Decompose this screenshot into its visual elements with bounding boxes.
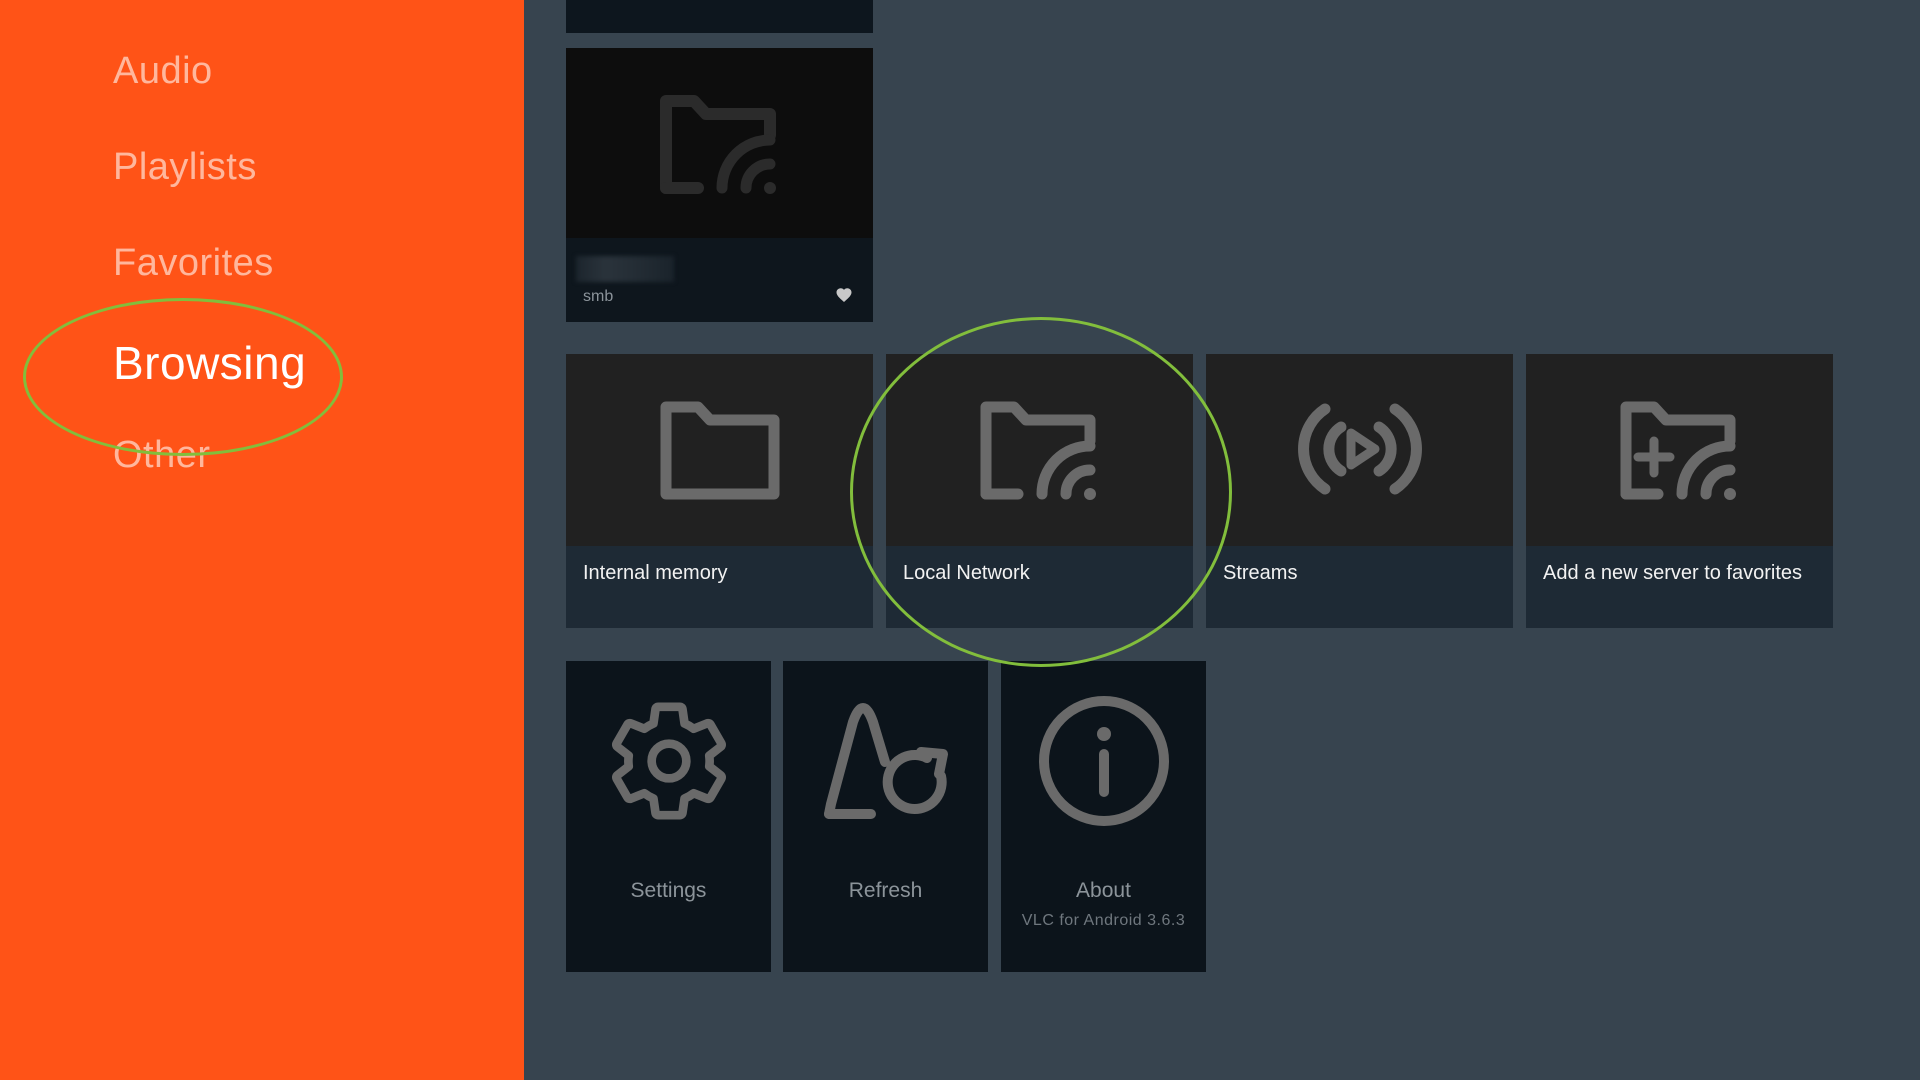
sidebar-item-browsing[interactable]: Browsing <box>113 336 306 390</box>
card-label: Internal memory <box>583 562 728 584</box>
internal-memory-card[interactable]: Internal memory <box>566 354 873 628</box>
app-version: VLC for Android 3.6.3 <box>1021 912 1186 929</box>
refresh-card[interactable]: Refresh <box>783 661 988 972</box>
sidebar: Audio Playlists Favorites Browsing Other <box>0 0 524 1080</box>
partial-card-top[interactable] <box>566 0 873 33</box>
card-label: Add a new server to favorites <box>1543 562 1803 584</box>
card-label: About <box>1076 879 1131 902</box>
settings-card[interactable]: Settings <box>566 661 771 972</box>
refresh-icon <box>783 691 988 831</box>
card-label: Local Network <box>903 562 1030 584</box>
card-label: Settings <box>630 879 707 902</box>
local-network-card[interactable]: Local Network <box>886 354 1193 628</box>
add-server-icon <box>1526 354 1833 544</box>
folder-icon <box>566 354 873 544</box>
favorite-server-card[interactable]: smb <box>566 48 873 322</box>
heart-icon[interactable] <box>835 286 853 304</box>
info-icon <box>1001 691 1206 831</box>
card-label: Refresh <box>848 879 923 902</box>
about-card[interactable]: About VLC for Android 3.6.3 <box>1001 661 1206 972</box>
sidebar-item-audio[interactable]: Audio <box>113 50 213 93</box>
sidebar-item-favorites[interactable]: Favorites <box>113 242 274 285</box>
sidebar-item-playlists[interactable]: Playlists <box>113 146 257 189</box>
gear-icon <box>566 691 771 831</box>
folder-network-icon <box>886 354 1193 544</box>
server-name-redacted <box>576 256 674 282</box>
stream-icon <box>1206 354 1513 544</box>
folder-network-icon <box>566 48 873 238</box>
card-label: Streams <box>1223 562 1298 584</box>
streams-card[interactable]: Streams <box>1206 354 1513 628</box>
sidebar-item-other[interactable]: Other <box>113 434 211 477</box>
server-protocol: smb <box>583 288 614 305</box>
add-server-card[interactable]: Add a new server to favorites <box>1526 354 1833 628</box>
